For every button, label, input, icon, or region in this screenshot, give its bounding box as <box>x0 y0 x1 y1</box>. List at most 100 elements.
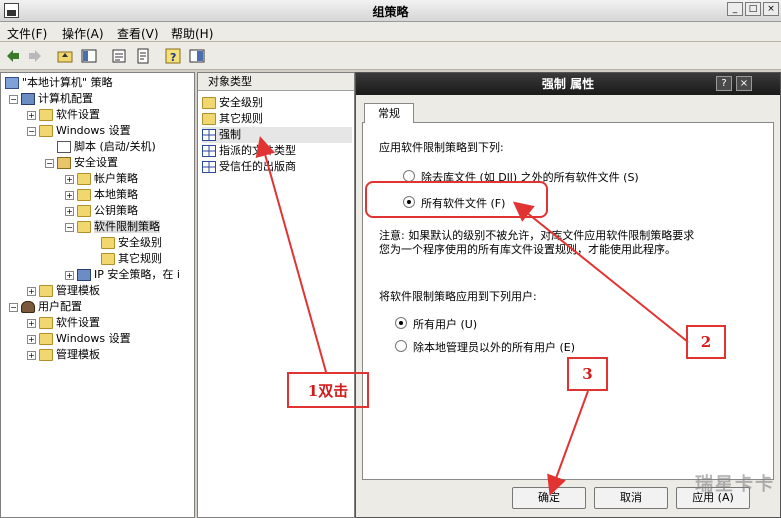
tree-item-security-settings[interactable]: − 安全设置 <box>45 155 118 171</box>
script-icon <box>57 141 71 153</box>
dialog-help-button[interactable]: ? <box>716 76 732 91</box>
expand-icon[interactable]: + <box>65 174 74 184</box>
policy-setting-icon <box>202 145 216 157</box>
radio-all-users-label[interactable]: 所有用户 (U) <box>413 316 477 332</box>
console-tree: "本地计算机" 策略 − 计算机配置 + 软件设置 − Windows 设置 脚本 (… <box>0 72 195 518</box>
policy-icon <box>5 77 19 89</box>
tree-item-user-software-settings[interactable]: + 软件设置 <box>27 315 100 331</box>
list-item-trusted-publishers[interactable]: 受信任的出版商 <box>202 159 296 175</box>
export-icon[interactable] <box>134 47 152 65</box>
tree-item-root[interactable]: "本地计算机" 策略 <box>5 75 113 91</box>
folder-icon <box>39 285 53 297</box>
window-title-bar: 组策略 _ □ × <box>0 0 781 22</box>
ok-button[interactable]: 确定 <box>512 487 586 509</box>
security-icon <box>57 157 71 169</box>
properties-icon[interactable] <box>110 47 128 65</box>
policy-setting-icon <box>202 129 216 141</box>
up-folder-icon[interactable] <box>56 47 74 65</box>
tree-item-windows-settings[interactable]: − Windows 设置 <box>27 123 131 139</box>
folder-icon <box>101 237 115 249</box>
toolbar: ? <box>0 42 781 70</box>
list-item-designated-file-types[interactable]: 指派的文件类型 <box>202 143 296 159</box>
apply-to-label: 应用软件限制策略到下列: <box>379 141 504 154</box>
menu-action[interactable]: 操作(A) <box>62 25 104 42</box>
expand-icon[interactable]: + <box>27 334 36 344</box>
cancel-button[interactable]: 取消 <box>594 487 668 509</box>
folder-icon <box>39 109 53 121</box>
tab-general[interactable]: 常规 <box>364 103 414 123</box>
folder-icon <box>39 317 53 329</box>
dialog-title-bar: 强制 属性 ? × <box>356 73 780 95</box>
enforcement-properties-dialog: 强制 属性 ? × 常规 应用软件限制策略到下列: 除去库文件 (如 Dll) … <box>355 72 781 518</box>
dialog-title: 强制 属性 <box>541 77 595 91</box>
expand-icon[interactable]: + <box>27 350 36 360</box>
tree-item-user-admin-templates[interactable]: + 管理模板 <box>27 347 100 363</box>
collapse-icon[interactable]: − <box>9 94 18 104</box>
tree-item-public-key-policy[interactable]: + 公钥策略 <box>65 203 138 219</box>
view-pane-icon[interactable] <box>188 47 206 65</box>
collapse-icon[interactable]: − <box>45 158 54 168</box>
menu-bar: 文件(F) 操作(A) 查看(V) 帮助(H) <box>0 22 781 42</box>
expand-icon[interactable]: + <box>27 318 36 328</box>
tree-item-account-policy[interactable]: + 帐户策略 <box>65 171 138 187</box>
maximize-button[interactable]: □ <box>745 2 761 16</box>
annotation-highlight-all-files <box>365 181 548 218</box>
tab-panel-general: 应用软件限制策略到下列: 除去库文件 (如 Dll) 之外的所有软件文件 (S)… <box>362 122 774 480</box>
folder-icon <box>202 113 216 125</box>
svg-text:?: ? <box>170 51 176 64</box>
annotation-step1-label: 1双击 <box>307 382 349 400</box>
minimize-button[interactable]: _ <box>727 2 743 16</box>
tree-item-ip-security[interactable]: + IP 安全策略，在 i <box>65 267 180 283</box>
watermark: 瑞星卡卡 <box>695 474 775 495</box>
tree-item-local-policy[interactable]: + 本地策略 <box>65 187 138 203</box>
policy-setting-icon <box>202 161 216 173</box>
folder-icon <box>101 253 115 265</box>
back-icon[interactable] <box>4 47 22 65</box>
tree-item-computer-config[interactable]: − 计算机配置 <box>9 91 93 107</box>
annotation-step3-label: 3 <box>582 365 593 383</box>
tree-item-other-rules[interactable]: 其它规则 <box>101 251 162 267</box>
tree-item-admin-templates[interactable]: + 管理模板 <box>27 283 100 299</box>
dialog-close-button[interactable]: × <box>736 76 752 91</box>
collapse-icon[interactable]: − <box>9 302 18 312</box>
folder-icon <box>77 173 91 185</box>
tree-item-software-settings[interactable]: + 软件设置 <box>27 107 100 123</box>
column-header-object-type[interactable]: 对象类型 <box>198 73 354 91</box>
list-item-security-levels[interactable]: 安全级别 <box>202 95 263 111</box>
collapse-icon[interactable]: − <box>27 126 36 136</box>
tree-item-software-restriction[interactable]: − 软件限制策略 <box>65 219 160 235</box>
list-item-enforcement[interactable]: 强制 <box>202 127 352 143</box>
radio-except-admins-label[interactable]: 除本地管理员以外的所有用户 (E) <box>413 339 575 355</box>
close-button[interactable]: × <box>763 2 779 16</box>
help-icon[interactable]: ? <box>164 47 182 65</box>
annotation-step2-label: 2 <box>700 333 712 351</box>
show-tree-icon[interactable] <box>80 47 98 65</box>
menu-file[interactable]: 文件(F) <box>7 25 47 42</box>
forward-icon[interactable] <box>26 47 44 65</box>
expand-icon[interactable]: + <box>27 110 36 120</box>
expand-icon[interactable]: + <box>65 270 74 280</box>
menu-view[interactable]: 查看(V) <box>117 25 159 42</box>
user-icon <box>21 301 35 313</box>
note-text-line2: 您为一个程序使用的所有库文件设置规则，才能使用此程序。 <box>379 243 676 256</box>
tree-item-scripts[interactable]: 脚本 (启动/关机) <box>57 139 156 155</box>
window-title: 组策略 <box>372 5 409 19</box>
computer-icon <box>21 93 35 105</box>
list-item-other-rules[interactable]: 其它规则 <box>202 111 263 127</box>
radio-except-admins[interactable] <box>395 340 407 352</box>
folder-icon <box>77 205 91 217</box>
folder-icon <box>39 333 53 345</box>
expand-icon[interactable]: + <box>65 206 74 216</box>
tree-item-user-windows-settings[interactable]: + Windows 设置 <box>27 331 131 347</box>
folder-open-icon <box>77 221 91 233</box>
menu-help[interactable]: 帮助(H) <box>171 25 213 42</box>
expand-icon[interactable]: + <box>65 190 74 200</box>
expand-icon[interactable]: + <box>27 286 36 296</box>
tree-item-security-levels[interactable]: 安全级别 <box>101 235 162 251</box>
radio-all-users[interactable] <box>395 317 407 329</box>
apply-users-label: 将软件限制策略应用到下列用户: <box>379 290 537 303</box>
folder-icon <box>39 349 53 361</box>
tree-item-user-config[interactable]: − 用户配置 <box>9 299 82 315</box>
ip-security-icon <box>77 269 91 281</box>
collapse-icon[interactable]: − <box>65 222 74 232</box>
